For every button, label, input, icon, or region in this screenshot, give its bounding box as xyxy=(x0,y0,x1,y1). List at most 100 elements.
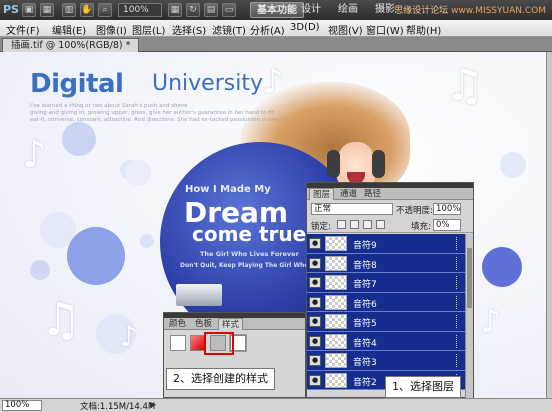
eye-icon[interactable]: ● xyxy=(309,238,321,249)
document-tab[interactable]: 插画.tif @ 100%(RGB/8) * xyxy=(2,38,140,52)
music-note-icon: ♪ xyxy=(262,62,284,102)
eye-icon[interactable]: ● xyxy=(309,335,321,347)
arrange-documents-icon[interactable]: ▤ xyxy=(204,3,218,17)
books-illustration xyxy=(176,284,222,306)
style-indicator-icon xyxy=(456,354,461,367)
layer-row[interactable]: ● 音符8 xyxy=(307,253,465,273)
layers-scrollbar-thumb[interactable] xyxy=(467,248,472,308)
menu-window[interactable]: 窗口(W) xyxy=(366,22,404,37)
music-note-icon: ♫ xyxy=(445,60,485,111)
workspace-painting-button[interactable]: 绘画 xyxy=(332,2,364,18)
lock-transparency-icon[interactable] xyxy=(337,220,346,229)
layer-row[interactable]: ● 音符3 xyxy=(307,351,465,371)
bridge-icon[interactable]: ▣ xyxy=(22,3,36,17)
layer-name: 音符2 xyxy=(353,377,377,388)
music-note-icon: ♪ xyxy=(120,320,138,353)
layer-row[interactable]: ● 音符7 xyxy=(307,273,465,293)
layer-name: 音符3 xyxy=(353,358,377,368)
photoshop-window: PS ▣ ▦ ▥ ✋ ⌕ 100% ▦ ↻ ▤ ▭ 基本功能 设计 绘画 摄影 … xyxy=(0,0,552,412)
rotate-view-icon[interactable]: ↻ xyxy=(186,3,200,17)
menu-layer[interactable]: 图层(L) xyxy=(132,22,165,37)
layer-row[interactable]: ● 音符9 xyxy=(307,234,465,254)
decorative-circle xyxy=(62,122,96,156)
menu-file[interactable]: 文件(F) xyxy=(6,22,40,37)
watermark-site: www.MISSYUAN.COM xyxy=(451,6,546,16)
layer-thumbnail xyxy=(325,333,347,349)
swatch-highlight-box xyxy=(204,332,234,355)
layer-thumbnail xyxy=(325,353,347,368)
styles-panel-tabs: 颜色 色板 样式 xyxy=(164,318,305,330)
layer-name: 音符5 xyxy=(353,319,377,329)
menu-analysis[interactable]: 分析(A) xyxy=(250,22,285,37)
menu-select[interactable]: 选择(S) xyxy=(172,22,206,37)
callout-select-style: 2、选择创建的样式 xyxy=(166,368,275,390)
layers-panel-tabs: 图层 通道 路径 xyxy=(307,188,473,200)
layer-name: 音符8 xyxy=(353,260,377,271)
mini-bridge-icon[interactable]: ▦ xyxy=(40,3,54,17)
eye-icon[interactable]: ● xyxy=(309,316,321,327)
workspace-design-button[interactable]: 设计 xyxy=(295,2,327,18)
menu-image[interactable]: 图像(I) xyxy=(96,22,127,37)
canvas-title-university: University xyxy=(152,71,263,96)
menu-view[interactable]: 视图(V) xyxy=(328,22,363,37)
lock-all-icon[interactable] xyxy=(376,220,385,229)
application-bar: PS ▣ ▦ ▥ ✋ ⌕ 100% ▦ ↻ ▤ ▭ 基本功能 设计 绘画 摄影 … xyxy=(0,0,552,20)
layers-panel: 图层 通道 路径 正常 不透明度: 100% 锁定: 填充: 0% ● 音符9 ●… xyxy=(306,182,474,398)
canvas-title-digital: Digital xyxy=(30,69,124,99)
headphone-right xyxy=(372,150,385,178)
zoom-level-select[interactable]: 100% xyxy=(118,3,162,17)
decorative-circle xyxy=(140,234,154,248)
layer-row[interactable]: ● 音符6 xyxy=(307,292,465,312)
zoom-tool-icon[interactable]: ⌕ xyxy=(98,3,112,17)
menu-filter[interactable]: 滤镜(T) xyxy=(212,22,246,37)
tab-channels[interactable]: 通道 xyxy=(337,188,360,200)
status-menu-arrow-icon[interactable]: ▶ xyxy=(150,400,156,409)
layer-thumbnail xyxy=(325,236,347,251)
lock-position-icon[interactable] xyxy=(363,220,372,229)
opacity-input[interactable]: 100% xyxy=(433,203,461,215)
layer-row[interactable]: ● 音符5 xyxy=(307,312,465,332)
music-note-icon: ♫ xyxy=(40,292,82,346)
eye-icon[interactable]: ● xyxy=(309,355,321,366)
tab-layers[interactable]: 图层 xyxy=(309,188,335,200)
decorative-circle xyxy=(125,160,151,186)
blend-mode-select[interactable]: 正常 xyxy=(311,203,393,215)
eye-icon[interactable]: ● xyxy=(309,277,321,288)
canvas-girl-who-text: The Girl Who Lives Forever xyxy=(200,250,299,258)
tab-styles[interactable]: 样式 xyxy=(218,318,244,330)
layers-scrollbar[interactable] xyxy=(465,234,473,398)
photoshop-logo: PS xyxy=(3,3,19,16)
lock-image-icon[interactable] xyxy=(350,220,359,229)
eye-icon[interactable]: ● xyxy=(309,257,321,269)
watermark: 思缘设计论坛 www.MISSYUAN.COM xyxy=(394,3,546,16)
decorative-circle xyxy=(482,247,522,287)
grid-icon[interactable]: ▦ xyxy=(168,3,182,17)
canvas-vertical-scrollbar[interactable] xyxy=(546,52,552,398)
layer-thumbnail xyxy=(325,372,347,388)
tab-paths[interactable]: 路径 xyxy=(361,188,384,200)
view-extras-icon[interactable]: ▥ xyxy=(62,3,76,17)
lock-row: 锁定: 填充: 0% xyxy=(307,217,473,233)
style-indicator-icon xyxy=(456,295,461,309)
tab-swatches[interactable]: 色板 xyxy=(192,318,215,330)
style-indicator-icon xyxy=(456,237,461,250)
layer-thumbnail xyxy=(325,275,347,290)
fill-input[interactable]: 0% xyxy=(433,219,461,231)
menu-edit[interactable]: 编辑(E) xyxy=(52,22,86,37)
callout-select-layers: 1、选择图层 xyxy=(385,376,461,398)
hand-tool-icon[interactable]: ✋ xyxy=(80,3,94,17)
layer-name: 音符4 xyxy=(353,338,377,349)
menu-help[interactable]: 帮助(H) xyxy=(406,22,441,37)
screen-mode-icon[interactable]: ▭ xyxy=(222,3,236,17)
style-swatch-default[interactable] xyxy=(170,335,186,351)
layer-row[interactable]: ● 音符4 xyxy=(307,331,465,351)
menu-3d[interactable]: 3D(D) xyxy=(290,22,320,33)
eye-icon[interactable]: ● xyxy=(309,296,321,308)
layer-name: 音符6 xyxy=(353,299,377,310)
status-zoom-input[interactable]: 100% xyxy=(2,400,42,411)
tab-color[interactable]: 颜色 xyxy=(166,318,189,330)
fill-label: 填充: xyxy=(411,222,431,232)
eye-icon[interactable]: ● xyxy=(309,374,321,386)
canvas-small-text: giving and giving in, growing upper, giv… xyxy=(30,110,274,116)
music-note-icon: ♪ xyxy=(22,132,47,176)
